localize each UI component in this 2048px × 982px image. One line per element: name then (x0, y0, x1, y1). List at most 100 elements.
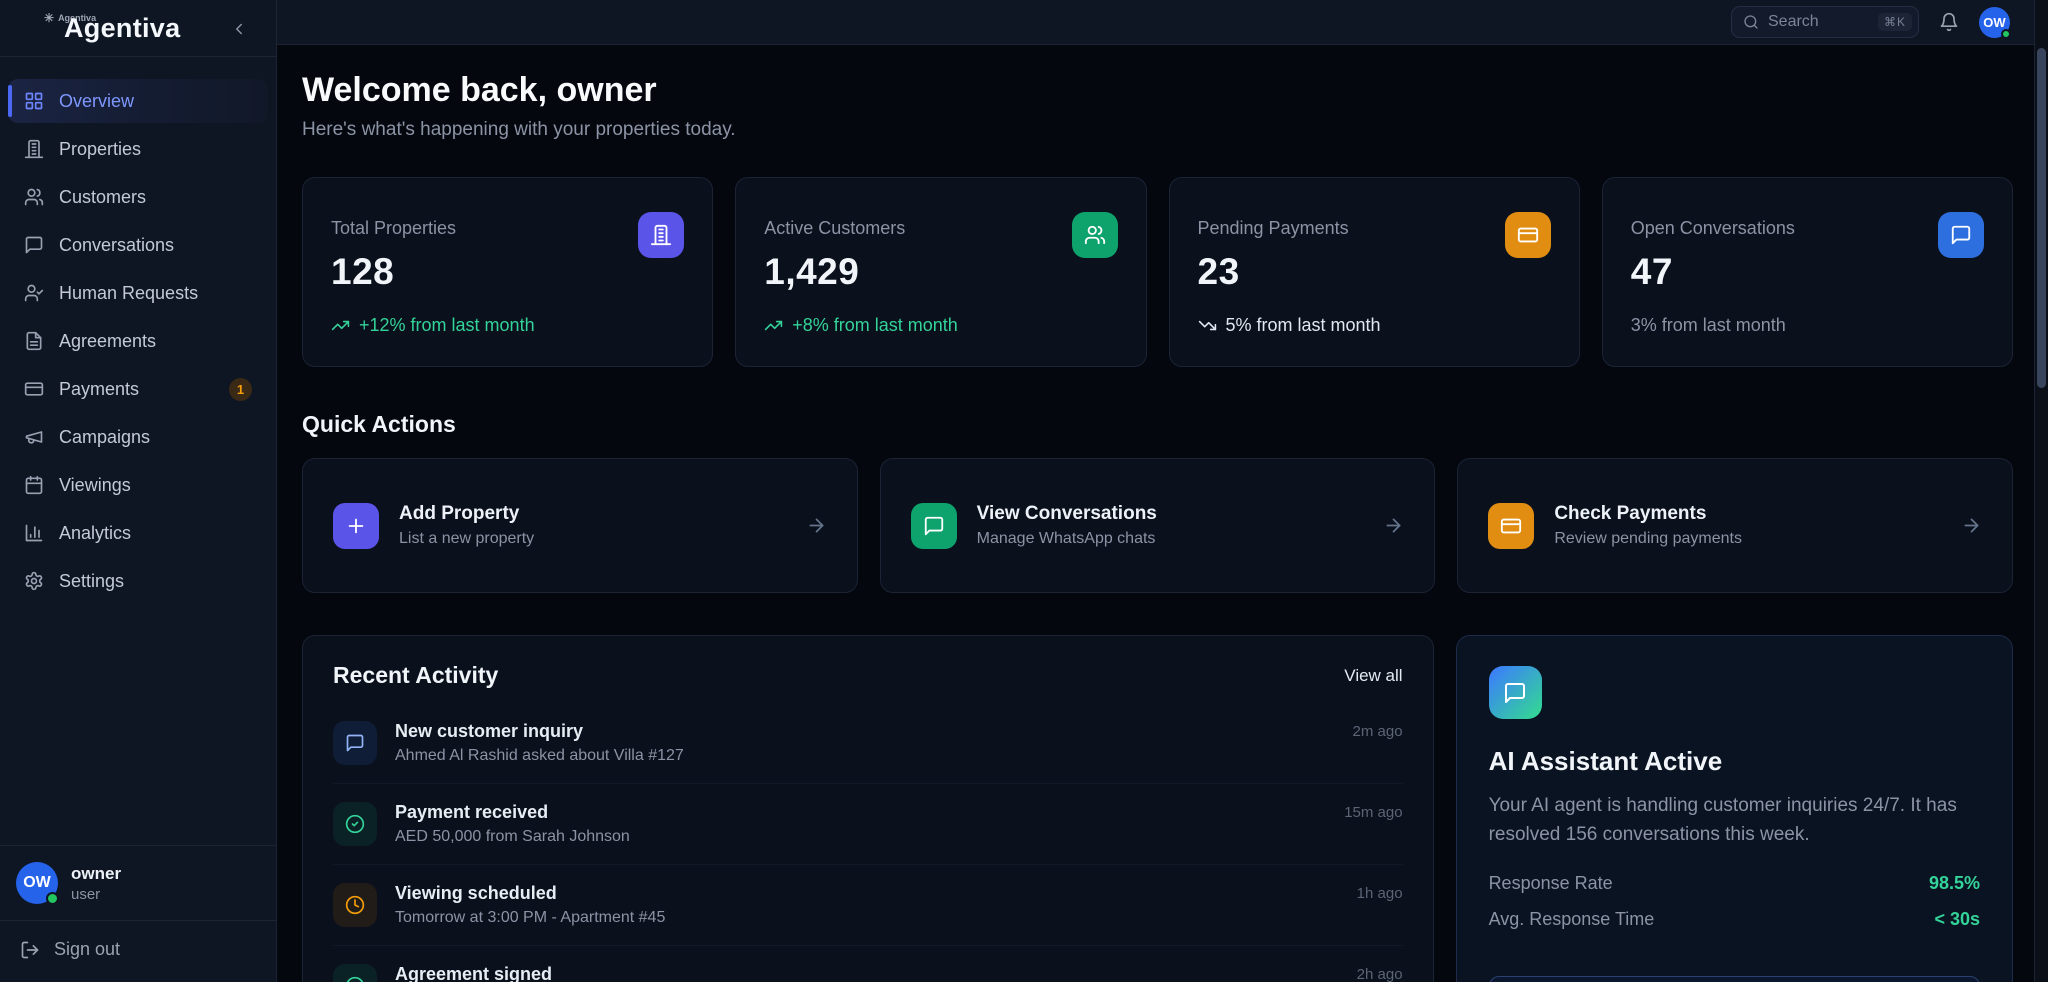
stats-grid: Total Properties 128 +12% from last mont… (302, 177, 2013, 367)
trending-up-icon (331, 316, 350, 335)
sidebar-item-label: Analytics (59, 523, 131, 544)
stat-delta: 5% from last month (1198, 315, 1381, 336)
app-root: ✳ Agentiva Agentiva Overview Properties (0, 0, 2048, 982)
notifications-button[interactable] (1939, 12, 1959, 32)
search-input[interactable]: Search ⌘K (1731, 6, 1919, 38)
quick-action-title: Check Payments (1554, 503, 1742, 525)
quick-actions-title: Quick Actions (302, 411, 2013, 438)
activity-title: Viewing scheduled (395, 883, 665, 904)
bottom-grid: Recent Activity View all New customer in… (302, 635, 2013, 982)
users-icon (24, 187, 44, 207)
stat-delta: +8% from last month (764, 315, 958, 336)
sidebar-item-agreements[interactable]: Agreements (8, 319, 268, 363)
chat-icon (911, 503, 957, 549)
trending-down-icon (1198, 316, 1217, 335)
sign-out-label: Sign out (54, 939, 120, 960)
sidebar-item-label: Agreements (59, 331, 156, 352)
activity-description: AED 50,000 from Sarah Johnson (395, 828, 630, 846)
sidebar-item-label: Properties (59, 139, 141, 160)
list-item: New customer inquiry Ahmed Al Rashid ask… (333, 703, 1403, 784)
arrow-right-icon (1961, 515, 1982, 536)
bell-icon (1939, 12, 1959, 32)
sidebar-item-label: Viewings (59, 475, 131, 496)
sidebar-item-customers[interactable]: Customers (8, 175, 268, 219)
trending-up-icon (764, 316, 783, 335)
sidebar-item-payments[interactable]: Payments 1 (8, 367, 268, 411)
users-icon (1072, 212, 1118, 258)
chat-icon (24, 235, 44, 255)
page-subtitle: Here's what's happening with your proper… (302, 119, 2013, 141)
sidebar-item-label: Payments (59, 379, 139, 400)
stat-delta: +12% from last month (331, 315, 535, 336)
brand-title: Agentiva (64, 13, 180, 44)
stat-value: 1,429 (764, 251, 958, 293)
arrow-right-icon (1383, 515, 1404, 536)
building-icon (24, 139, 44, 159)
sidebar-item-label: Campaigns (59, 427, 150, 448)
chevron-left-icon (230, 20, 248, 38)
quick-action-subtitle: Manage WhatsApp chats (977, 530, 1157, 548)
sidebar-item-campaigns[interactable]: Campaigns (8, 415, 268, 459)
stat-label: Total Properties (331, 218, 535, 239)
arrow-right-icon (806, 515, 827, 536)
sidebar-item-label: Customers (59, 187, 146, 208)
main-area: Search ⌘K OW Welcome back, owner Here's … (277, 0, 2048, 982)
activity-timestamp: 2m ago (1353, 721, 1403, 740)
sidebar-item-properties[interactable]: Properties (8, 127, 268, 171)
sidebar-header: ✳ Agentiva Agentiva (0, 0, 276, 57)
stat-value: 23 (1198, 251, 1381, 293)
sidebar: ✳ Agentiva Agentiva Overview Properties (0, 0, 277, 982)
stat-card-pending-payments: Pending Payments 23 5% from last month (1169, 177, 1580, 367)
avatar-initials: OW (23, 874, 51, 892)
activity-title: Agreement signed (395, 964, 678, 982)
clock-icon (333, 883, 377, 927)
topbar-avatar[interactable]: OW (1979, 7, 2010, 38)
dashboard-content: Welcome back, owner Here's what's happen… (277, 45, 2048, 982)
stat-card-active-customers: Active Customers 1,429 +8% from last mon… (735, 177, 1146, 367)
sidebar-collapse-button[interactable] (228, 18, 250, 40)
chat-icon (1938, 212, 1984, 258)
quick-action-view-conversations[interactable]: View Conversations Manage WhatsApp chats (880, 458, 1436, 593)
sidebar-item-label: Conversations (59, 235, 174, 256)
stat-label: Active Customers (764, 218, 958, 239)
stat-label: Open Conversations (1631, 218, 1795, 239)
stat-label: Pending Payments (1198, 218, 1381, 239)
vertical-scrollbar[interactable] (2034, 0, 2048, 982)
ai-stat-value: 98.5% (1929, 873, 1980, 894)
activity-timestamp: 2h ago (1357, 964, 1403, 982)
quick-action-add-property[interactable]: Add Property List a new property (302, 458, 858, 593)
activity-timestamp: 1h ago (1357, 883, 1403, 902)
logout-icon (20, 940, 40, 960)
stat-card-open-conversations: Open Conversations 47 3% from last month (1602, 177, 2013, 367)
grid-icon (24, 91, 44, 111)
sidebar-item-conversations[interactable]: Conversations (8, 223, 268, 267)
sidebar-item-label: Human Requests (59, 283, 198, 304)
view-all-button[interactable]: View all (1344, 666, 1402, 686)
view-conversations-button[interactable]: View Conversations (1489, 976, 1980, 982)
sidebar-item-analytics[interactable]: Analytics (8, 511, 268, 555)
credit-card-icon (1488, 503, 1534, 549)
sidebar-item-viewings[interactable]: Viewings (8, 463, 268, 507)
sidebar-item-human-requests[interactable]: Human Requests (8, 271, 268, 315)
search-icon (1743, 14, 1759, 30)
chat-icon (1489, 666, 1542, 719)
scrollbar-thumb[interactable] (2037, 48, 2046, 388)
page-title: Welcome back, owner (302, 71, 2013, 110)
calendar-icon (24, 475, 44, 495)
topbar: Search ⌘K OW (277, 0, 2048, 45)
activity-description: Tomorrow at 3:00 PM - Apartment #45 (395, 909, 665, 927)
quick-action-check-payments[interactable]: Check Payments Review pending payments (1457, 458, 2013, 593)
sidebar-item-overview[interactable]: Overview (8, 79, 268, 123)
search-placeholder: Search (1768, 13, 1819, 31)
sidebar-item-settings[interactable]: Settings (8, 559, 268, 603)
plus-icon (333, 503, 379, 549)
sign-out-button[interactable]: Sign out (0, 920, 276, 982)
ai-panel-title: AI Assistant Active (1489, 746, 1980, 777)
avatar-initials: OW (1983, 15, 2005, 30)
user-profile[interactable]: OW owner user (0, 845, 276, 920)
building-icon (638, 212, 684, 258)
bar-chart-icon (24, 523, 44, 543)
recent-activity-panel: Recent Activity View all New customer in… (302, 635, 1434, 982)
ai-assistant-panel: AI Assistant Active Your AI agent is han… (1456, 635, 2013, 982)
megaphone-icon (24, 427, 44, 447)
